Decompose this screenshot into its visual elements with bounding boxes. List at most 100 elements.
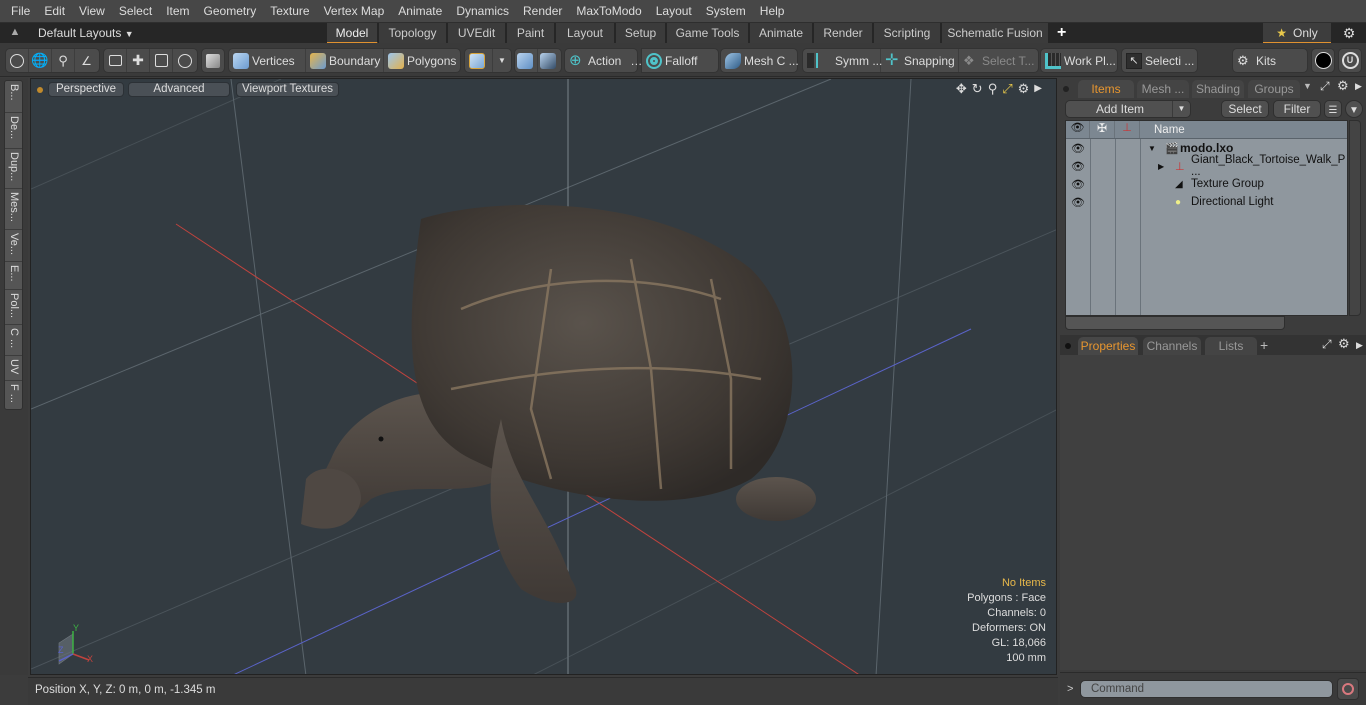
vtab-polygon[interactable]: Pol... bbox=[5, 290, 22, 325]
menu-file[interactable]: File bbox=[4, 0, 37, 22]
tab-render[interactable]: Render bbox=[814, 23, 873, 44]
visibility-eye-icon[interactable]: 👁 bbox=[1066, 196, 1090, 209]
collapse-arrow-icon[interactable]: ▲ bbox=[8, 26, 22, 40]
filter-button[interactable]: Filter bbox=[1273, 100, 1321, 118]
item-mode-dropdown[interactable]: ▼ bbox=[493, 49, 511, 72]
select-through-button[interactable]: ❖ Select T... bbox=[959, 49, 1037, 72]
tab-scripting[interactable]: Scripting bbox=[874, 23, 941, 44]
add-tab-button[interactable]: + bbox=[1057, 23, 1066, 43]
panel-gear-icon[interactable]: ⚙ bbox=[1338, 336, 1350, 352]
select-button[interactable]: Select bbox=[1221, 100, 1269, 118]
vtab-curve[interactable]: C ... bbox=[5, 325, 22, 356]
command-input[interactable]: Command bbox=[1080, 680, 1333, 698]
menu-layout[interactable]: Layout bbox=[649, 0, 699, 22]
viewport-menu-dot[interactable] bbox=[37, 87, 43, 93]
expand-arrow-icon[interactable]: ▼ bbox=[1148, 144, 1156, 153]
tree-row-texture-group[interactable]: 👁 ◢ Texture Group bbox=[1066, 175, 1347, 193]
vtab-duplicate[interactable]: Dup... bbox=[5, 149, 22, 189]
mesh-constraint-button[interactable]: Mesh C ... bbox=[721, 49, 803, 72]
symmetry-button[interactable]: Symm ... bbox=[803, 49, 882, 72]
tab-mesh[interactable]: Mesh ... bbox=[1137, 80, 1189, 98]
action-center-dropdown[interactable]: ⊕ Action… bbox=[564, 48, 642, 73]
maximize-panel-icon[interactable]: ⤢ bbox=[1320, 79, 1330, 94]
selection-sets-button[interactable]: ↖ Selecti ... bbox=[1122, 49, 1198, 72]
visibility-eye-icon[interactable]: 👁 bbox=[1066, 178, 1090, 191]
rotate-icon[interactable]: ↻ bbox=[972, 81, 983, 97]
tab-uvedit[interactable]: UVEdit bbox=[448, 23, 506, 44]
tab-animate[interactable]: Animate bbox=[750, 23, 813, 44]
tab-setup[interactable]: Setup bbox=[616, 23, 666, 44]
menu-render[interactable]: Render bbox=[516, 0, 569, 22]
menu-system[interactable]: System bbox=[699, 0, 753, 22]
tab-shading[interactable]: Shading bbox=[1192, 80, 1244, 98]
vertical-scrollbar[interactable] bbox=[1349, 120, 1361, 316]
vtab-edge[interactable]: E... bbox=[5, 262, 22, 290]
kits-button[interactable]: ⚙ Kits bbox=[1233, 49, 1280, 72]
radial-tool-button[interactable] bbox=[173, 49, 196, 72]
add-item-button[interactable]: Add Item ▼ bbox=[1065, 100, 1191, 118]
horizontal-scrollbar[interactable] bbox=[1065, 316, 1285, 330]
viewport-textures-button[interactable]: Viewport Textures bbox=[236, 82, 339, 97]
menu-help[interactable]: Help bbox=[753, 0, 792, 22]
menu-view[interactable]: View bbox=[72, 0, 112, 22]
panel-gear-icon[interactable]: ⚙ bbox=[1337, 78, 1349, 94]
path-tool-button[interactable]: ∠ bbox=[75, 49, 98, 72]
cube-select-button[interactable] bbox=[202, 49, 224, 72]
panel-expand-icon[interactable]: ▶ bbox=[1356, 340, 1363, 351]
modo-logo-button[interactable] bbox=[1311, 48, 1335, 73]
tab-items[interactable]: Items bbox=[1078, 80, 1134, 98]
name-column-header[interactable]: Name bbox=[1140, 121, 1185, 138]
tab-schematic-fusion[interactable]: Schematic Fusion bbox=[942, 23, 1049, 44]
menu-edit[interactable]: Edit bbox=[37, 0, 72, 22]
unreal-button[interactable]: U bbox=[1338, 48, 1362, 73]
panel-menu-dot[interactable] bbox=[1063, 86, 1069, 92]
snapping-button[interactable]: ✛ Snapping bbox=[881, 49, 959, 72]
visibility-column-header[interactable]: 👁 bbox=[1066, 121, 1090, 138]
tab-lists[interactable]: Lists bbox=[1205, 337, 1257, 355]
3d-viewport[interactable]: Y X Z Perspective Advanced Viewport Text… bbox=[30, 78, 1057, 675]
vtab-fusion[interactable]: F ... bbox=[5, 381, 22, 409]
kits-dropdown[interactable]: ⚙ Kits bbox=[1232, 48, 1308, 73]
globe-tool-button[interactable]: 🌐 bbox=[29, 49, 52, 72]
pen-tool-button[interactable]: ⚲ bbox=[52, 49, 75, 72]
list-options-button[interactable]: ☰ bbox=[1324, 100, 1342, 118]
menu-item[interactable]: Item bbox=[159, 0, 196, 22]
add-tab-button[interactable]: + bbox=[1260, 337, 1268, 353]
cross-tool-button[interactable]: ✚ bbox=[127, 49, 150, 72]
tab-topology[interactable]: Topology bbox=[379, 23, 447, 44]
vtab-basic[interactable]: B... bbox=[5, 81, 22, 113]
panel-expand-icon[interactable]: ▶ bbox=[1355, 81, 1362, 92]
boundary-mode-button[interactable]: Boundary bbox=[306, 49, 384, 72]
falloff-dropdown[interactable]: Falloff bbox=[641, 48, 719, 73]
menu-geometry[interactable]: Geometry bbox=[197, 0, 264, 22]
bevel-tool-button[interactable] bbox=[104, 49, 127, 72]
panel-menu-dot[interactable] bbox=[1065, 343, 1071, 349]
maximize-icon[interactable]: ⤢ bbox=[1002, 81, 1012, 97]
tab-layout[interactable]: Layout bbox=[556, 23, 615, 44]
vtab-mesh-edit[interactable]: Mes... bbox=[5, 189, 22, 230]
funnel-filter-button[interactable]: ▼ bbox=[1345, 100, 1363, 118]
vtab-uv[interactable]: UV bbox=[5, 356, 22, 381]
tab-channels[interactable]: Channels bbox=[1143, 337, 1201, 355]
shading-mode-button[interactable]: Advanced bbox=[128, 82, 230, 97]
tree-row-locator[interactable]: 👁 ▶ ⊥ Giant_Black_Tortoise_Walk_P ... bbox=[1066, 154, 1347, 178]
vtab-vertex[interactable]: Ve... bbox=[5, 230, 22, 262]
default-layouts-dropdown[interactable]: Default Layouts ▼ bbox=[38, 23, 134, 44]
menu-vertex-map[interactable]: Vertex Map bbox=[317, 0, 392, 22]
type-column-header[interactable]: ⊥ bbox=[1115, 121, 1140, 138]
tab-game-tools[interactable]: Game Tools bbox=[667, 23, 749, 44]
record-macro-button[interactable] bbox=[1337, 678, 1359, 700]
mesh-constraint-dropdown[interactable]: Mesh C ... bbox=[720, 48, 799, 73]
tab-paint[interactable]: Paint bbox=[507, 23, 555, 44]
menu-dynamics[interactable]: Dynamics bbox=[449, 0, 516, 22]
loop-tool-button[interactable] bbox=[150, 49, 173, 72]
tab-model[interactable]: Model bbox=[327, 23, 378, 44]
selection-sets-dropdown[interactable]: ↖ Selecti ... bbox=[1121, 48, 1198, 73]
tab-properties[interactable]: Properties bbox=[1078, 337, 1138, 355]
falloff-button[interactable]: Falloff bbox=[642, 49, 701, 72]
local-axis-button[interactable] bbox=[538, 49, 561, 72]
menu-texture[interactable]: Texture bbox=[263, 0, 316, 22]
visibility-eye-icon[interactable]: 👁 bbox=[1066, 160, 1090, 173]
tortoise-model[interactable] bbox=[301, 204, 816, 603]
visibility-eye-icon[interactable]: 👁 bbox=[1066, 142, 1090, 155]
